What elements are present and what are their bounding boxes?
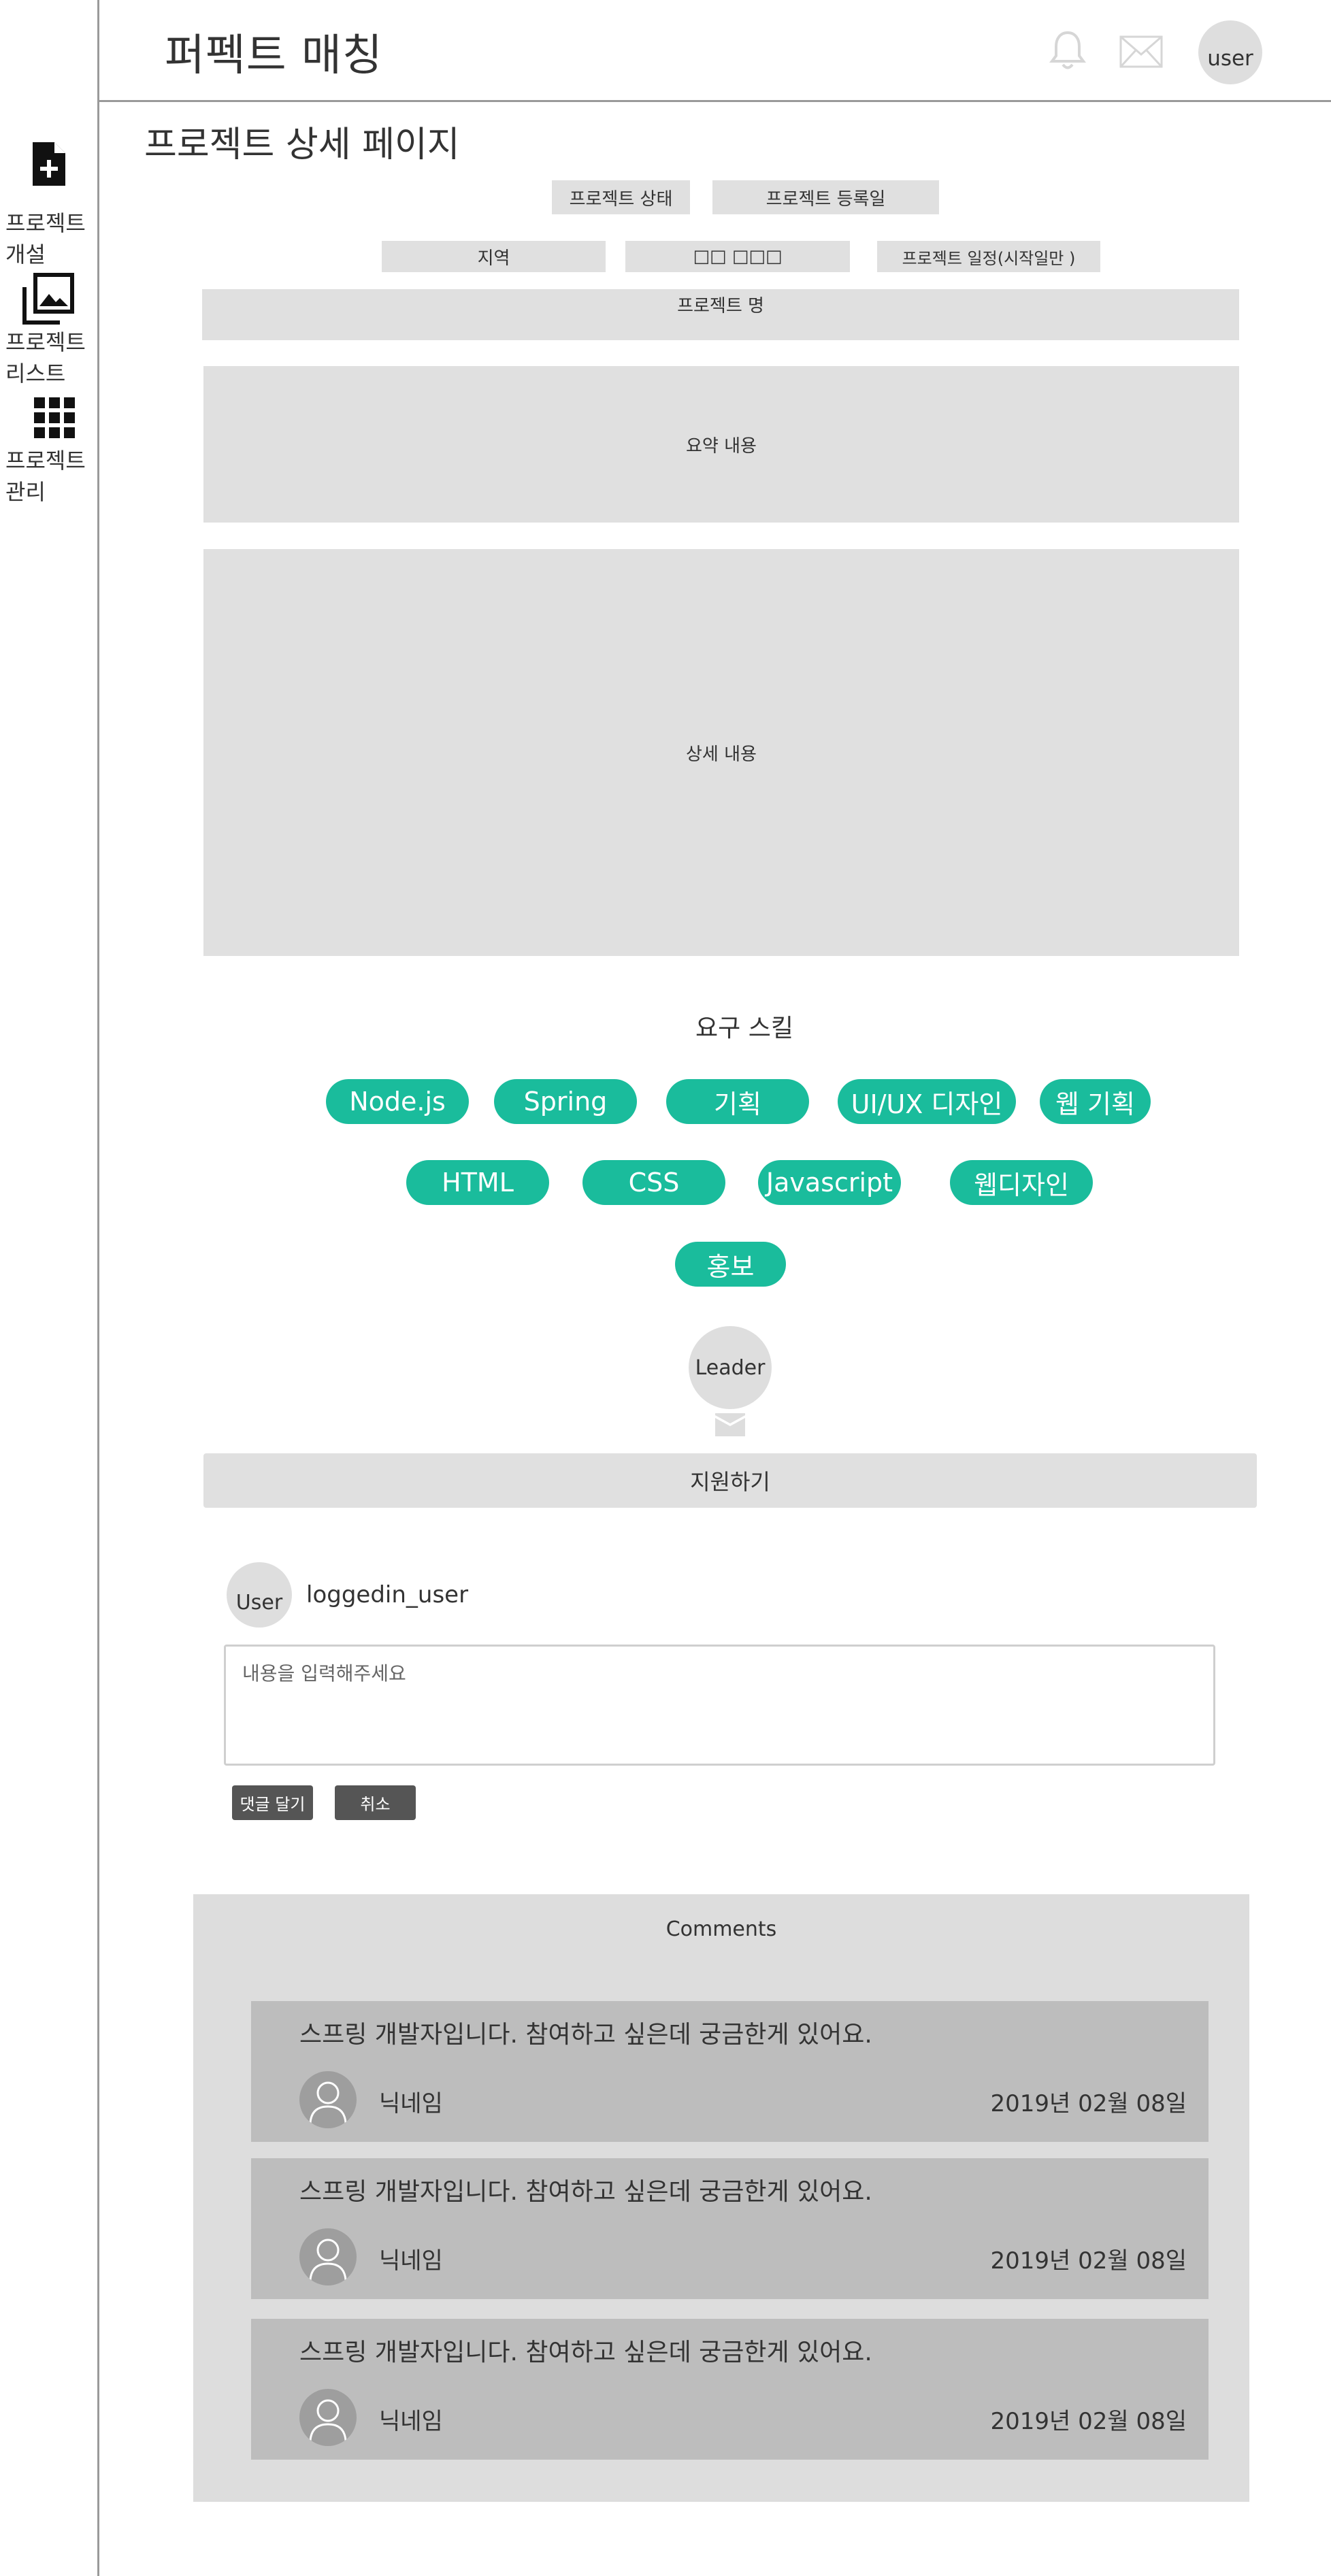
- person-icon: [299, 2228, 357, 2285]
- header-divider: [97, 100, 1331, 102]
- skill-chip: 웹디자인: [950, 1160, 1093, 1205]
- skill-chip: Node.js: [326, 1079, 469, 1124]
- apply-button[interactable]: 지원하기: [203, 1453, 1257, 1508]
- current-user-avatar: User: [227, 1562, 292, 1628]
- skills-title: 요구 스킬: [695, 1014, 793, 1042]
- leader-avatar-label: Leader: [695, 1355, 766, 1380]
- region-field: 지역: [382, 241, 606, 272]
- leader-avatar[interactable]: Leader: [689, 1326, 772, 1409]
- comment-text: 스프링 개발자입니다. 참여하고 싶은데 궁금한게 있어요.: [299, 2339, 872, 2366]
- cancel-comment-button[interactable]: 취소: [335, 1785, 416, 1820]
- comment-nickname: 닉네임: [379, 2247, 443, 2275]
- comment-date: 2019년 02월 08일: [990, 2247, 1187, 2275]
- skill-chip: HTML: [406, 1160, 549, 1205]
- project-name-field: 프로젝트 명: [202, 289, 1239, 340]
- summary-field: 요약 내용: [203, 366, 1239, 523]
- skill-chip: Spring: [494, 1079, 637, 1124]
- app-title: 퍼펙트 매칭: [165, 31, 383, 81]
- page-title: 프로젝트 상세 페이지: [144, 125, 460, 165]
- sidebar-item-project-manage[interactable]: 프로젝트 관리: [0, 397, 97, 513]
- current-username: loggedin_user: [306, 1581, 469, 1608]
- comment-date: 2019년 02월 08일: [990, 2408, 1187, 2435]
- grid-icon: [34, 397, 75, 438]
- skill-chip: UI/UX 디자인: [838, 1079, 1016, 1124]
- person-icon: [299, 2389, 357, 2446]
- comments-heading: Comments: [666, 1917, 777, 1941]
- detail-field: 상세 내용: [203, 549, 1239, 956]
- sidebar-item-create-project[interactable]: 프로젝트 개설: [0, 139, 97, 269]
- unknown-field: □□ □□□: [625, 241, 850, 272]
- sidebar-item-label: 프로젝트 관리: [5, 448, 86, 505]
- sidebar-item-label: 프로젝트 개설: [5, 210, 86, 267]
- sidebar-item-project-list[interactable]: 프로젝트 리스트: [0, 272, 97, 395]
- user-avatar-label: user: [1207, 46, 1253, 71]
- skill-chip: CSS: [582, 1160, 725, 1205]
- submit-comment-button[interactable]: 댓글 달기: [232, 1785, 313, 1820]
- mail-icon[interactable]: [1119, 35, 1163, 68]
- user-avatar[interactable]: user: [1198, 20, 1262, 84]
- comment-input[interactable]: 내용을 입력해주세요: [224, 1645, 1215, 1766]
- skill-chip: Javascript: [758, 1160, 901, 1205]
- file-plus-icon: [30, 139, 68, 188]
- bell-icon[interactable]: [1048, 29, 1087, 72]
- skill-chip: 기획: [666, 1079, 809, 1124]
- comment-card: 스프링 개발자입니다. 참여하고 싶은데 궁금한게 있어요. 닉네임 2019년…: [251, 2001, 1209, 2142]
- gallery-icon: [20, 272, 75, 327]
- project-registered-date-field: 프로젝트 등록일: [712, 180, 939, 214]
- comment-nickname: 닉네임: [379, 2408, 443, 2435]
- person-icon: [299, 2071, 357, 2128]
- project-schedule-field: 프로젝트 일정(시작일만 ): [877, 241, 1100, 272]
- comment-nickname: 닉네임: [379, 2090, 443, 2117]
- project-status-field: 프로젝트 상태: [552, 180, 690, 214]
- sidebar-item-label: 프로젝트 리스트: [5, 329, 86, 386]
- skill-chip: 홍보: [675, 1242, 786, 1287]
- leader-mail-icon[interactable]: [714, 1413, 746, 1437]
- comment-card: 스프링 개발자입니다. 참여하고 싶은데 궁금한게 있어요. 닉네임 2019년…: [251, 2158, 1209, 2299]
- comment-date: 2019년 02월 08일: [990, 2090, 1187, 2117]
- current-user-avatar-label: User: [235, 1590, 283, 1615]
- sidebar-divider: [97, 0, 99, 2576]
- comment-text: 스프링 개발자입니다. 참여하고 싶은데 궁금한게 있어요.: [299, 2178, 872, 2206]
- comment-card: 스프링 개발자입니다. 참여하고 싶은데 궁금한게 있어요. 닉네임 2019년…: [251, 2319, 1209, 2460]
- comment-text: 스프링 개발자입니다. 참여하고 싶은데 궁금한게 있어요.: [299, 2021, 872, 2049]
- skill-chip: 웹 기획: [1040, 1079, 1151, 1124]
